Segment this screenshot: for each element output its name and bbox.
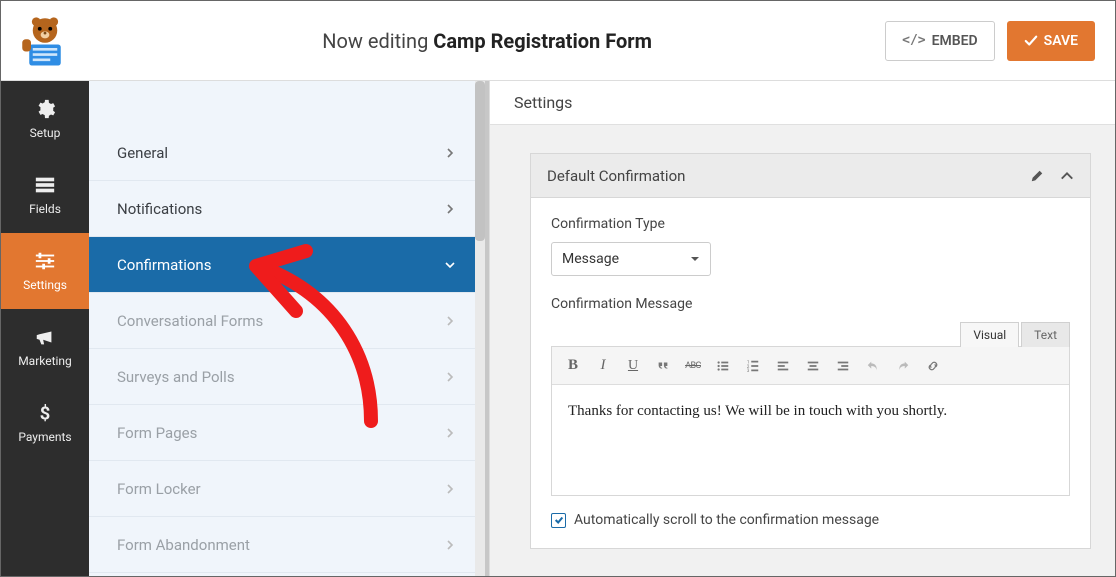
chevron-right-icon	[445, 316, 455, 326]
save-button[interactable]: SAVE	[1007, 21, 1095, 61]
bold-button[interactable]: B	[560, 353, 586, 379]
nav-payments[interactable]: $ Payments	[1, 385, 89, 461]
blockquote-button[interactable]	[650, 353, 676, 379]
nav-payments-label: Payments	[18, 430, 71, 444]
editing-prefix: Now editing	[322, 29, 433, 53]
auto-scroll-label: Automatically scroll to the confirmation…	[574, 512, 879, 528]
align-left-button[interactable]	[770, 353, 796, 379]
nav-fields[interactable]: Fields	[1, 157, 89, 233]
nav-settings[interactable]: Settings	[1, 233, 89, 309]
tab-text[interactable]: Text	[1021, 322, 1070, 347]
select-value: Message	[562, 251, 619, 267]
underline-button[interactable]: U	[620, 353, 646, 379]
message-label: Confirmation Message	[551, 296, 1070, 312]
scrollbar-thumb[interactable]	[475, 81, 485, 241]
chevron-right-icon	[445, 428, 455, 438]
tab-visual[interactable]: Visual	[960, 322, 1019, 347]
numbered-list-button[interactable]: 123	[740, 353, 766, 379]
form-name: Camp Registration Form	[433, 29, 652, 53]
settings-submenu: General Notifications Confirmations Conv…	[89, 81, 489, 576]
submenu-general-label: General	[117, 144, 168, 162]
submenu-form-abandonment-label: Form Abandonment	[117, 536, 250, 554]
submenu-surveys-label: Surveys and Polls	[117, 368, 235, 386]
pencil-icon[interactable]	[1030, 169, 1044, 183]
submenu-conversational-label: Conversational Forms	[117, 312, 263, 330]
submenu-form-pages-label: Form Pages	[117, 424, 197, 442]
embed-button[interactable]: </> EMBED	[885, 21, 995, 61]
svg-text:$: $	[40, 403, 51, 424]
page-title: Now editing Camp Registration Form	[89, 29, 885, 53]
check-icon	[554, 515, 564, 525]
nav-setup-label: Setup	[30, 126, 61, 140]
app-logo	[1, 1, 89, 81]
chevron-right-icon	[445, 148, 455, 158]
nav-setup[interactable]: Setup	[1, 81, 89, 157]
content-header: Settings	[490, 81, 1115, 125]
card-header: Default Confirmation	[531, 154, 1090, 198]
submenu-form-pages[interactable]: Form Pages	[89, 405, 485, 461]
confirmation-type-select[interactable]: Message	[551, 242, 711, 276]
editor-content[interactable]: Thanks for contacting us! We will be in …	[552, 385, 1069, 495]
content-panel: Settings Default Confirmation Confirmati…	[489, 81, 1115, 576]
type-label: Confirmation Type	[551, 216, 1070, 232]
chevron-right-icon	[445, 540, 455, 550]
chevron-right-icon	[445, 484, 455, 494]
confirmation-card: Default Confirmation Confirmation Type M…	[530, 153, 1091, 549]
auto-scroll-checkbox[interactable]	[551, 513, 566, 528]
submenu-confirmations[interactable]: Confirmations	[89, 237, 485, 293]
top-actions: </> EMBED SAVE	[885, 21, 1115, 61]
nav-marketing[interactable]: Marketing	[1, 309, 89, 385]
chevron-right-icon	[445, 372, 455, 382]
gear-icon	[34, 98, 56, 120]
content-title: Settings	[514, 93, 572, 112]
auto-scroll-row: Automatically scroll to the confirmation…	[551, 512, 1070, 528]
italic-button[interactable]: I	[590, 353, 616, 379]
dollar-icon: $	[34, 402, 56, 424]
save-label: SAVE	[1044, 33, 1078, 49]
submenu-surveys[interactable]: Surveys and Polls	[89, 349, 485, 405]
submenu-general[interactable]: General	[89, 125, 485, 181]
code-icon: </>	[902, 33, 925, 48]
align-center-button[interactable]	[800, 353, 826, 379]
submenu-form-locker[interactable]: Form Locker	[89, 461, 485, 517]
chevron-right-icon	[445, 204, 455, 214]
vertical-nav: Setup Fields Settings Marketing $ Paymen…	[1, 81, 89, 576]
link-button[interactable]	[920, 353, 946, 379]
editor-tabs: Visual Text	[551, 322, 1070, 347]
nav-marketing-label: Marketing	[18, 354, 72, 368]
svg-text:3: 3	[747, 369, 750, 373]
submenu-notifications[interactable]: Notifications	[89, 181, 485, 237]
undo-button[interactable]	[860, 353, 886, 379]
list-icon	[34, 174, 56, 196]
submenu-notifications-label: Notifications	[117, 200, 202, 218]
chevron-down-icon	[690, 254, 700, 264]
align-right-button[interactable]	[830, 353, 856, 379]
submenu-form-locker-label: Form Locker	[117, 480, 201, 498]
nav-settings-label: Settings	[23, 278, 67, 292]
check-icon	[1024, 34, 1038, 48]
sliders-icon	[34, 250, 56, 272]
megaphone-icon	[34, 326, 56, 348]
rich-text-editor: B I U ABC 123	[551, 346, 1070, 496]
top-bar: Now editing Camp Registration Form </> E…	[1, 1, 1115, 81]
editor-toolbar: B I U ABC 123	[552, 347, 1069, 385]
submenu-conversational[interactable]: Conversational Forms	[89, 293, 485, 349]
embed-label: EMBED	[932, 33, 978, 49]
chevron-up-icon[interactable]	[1060, 169, 1074, 183]
chevron-down-icon	[445, 260, 455, 270]
submenu-scrollbar[interactable]	[475, 81, 485, 576]
strikethrough-button[interactable]: ABC	[680, 353, 706, 379]
card-title: Default Confirmation	[547, 167, 685, 185]
submenu-confirmations-label: Confirmations	[117, 256, 211, 274]
nav-fields-label: Fields	[29, 202, 61, 216]
submenu-form-abandonment[interactable]: Form Abandonment	[89, 517, 485, 573]
redo-button[interactable]	[890, 353, 916, 379]
bullet-list-button[interactable]	[710, 353, 736, 379]
